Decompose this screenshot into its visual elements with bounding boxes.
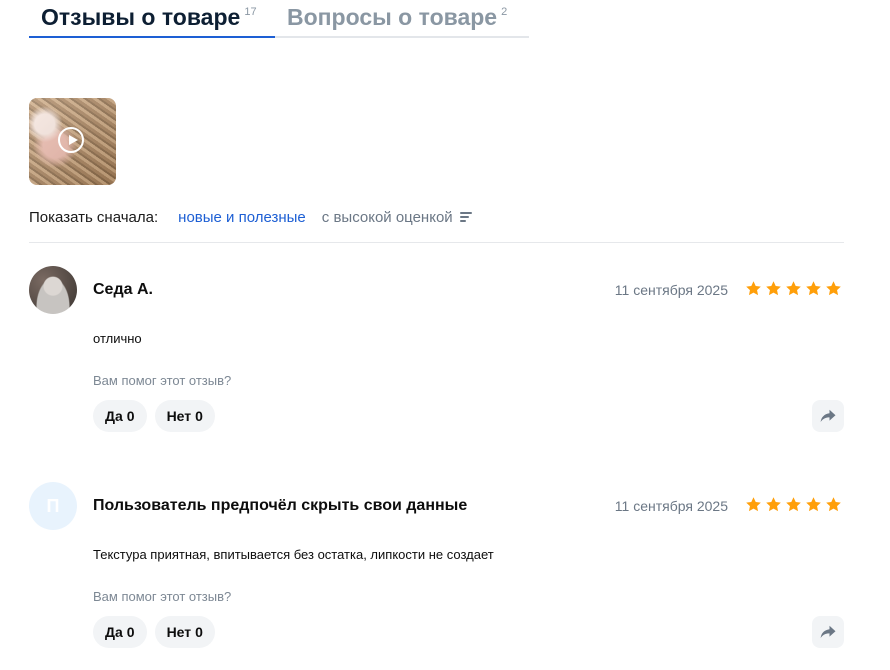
tab-questions-label: Вопросы о товаре <box>287 4 498 30</box>
vote-yes-count: 0 <box>126 408 135 424</box>
avatar-letter: П <box>46 495 60 516</box>
vote-yes-label: Да <box>105 408 123 424</box>
star-icon <box>766 281 781 296</box>
vote-no-label: Нет <box>166 624 192 640</box>
star-icon <box>746 281 761 296</box>
play-icon <box>58 127 84 153</box>
star-icon <box>826 281 841 296</box>
tab-reviews-count: 17 <box>244 6 257 18</box>
tab-questions-count: 2 <box>501 6 508 18</box>
vote-yes-label: Да <box>105 624 123 640</box>
tab-reviews-label: Отзывы о товаре <box>41 4 241 30</box>
reviews-tabs: Отзывы о товаре 17 Вопросы о товаре 2 <box>29 0 529 38</box>
avatar <box>29 266 77 314</box>
review-date: 11 сентября 2025 <box>614 282 728 298</box>
share-button[interactable] <box>812 400 844 432</box>
review-video-thumbnail[interactable] <box>29 98 116 185</box>
share-arrow-icon <box>820 409 836 422</box>
helpful-question: Вам помог этот отзыв? <box>93 373 232 388</box>
vote-buttons: Да 0 Нет 0 <box>93 400 215 432</box>
sort-option-new-useful[interactable]: новые и полезные <box>178 208 306 228</box>
vote-yes-button[interactable]: Да 0 <box>93 400 147 432</box>
product-reviews-page: Отзывы о товаре 17 Вопросы о товаре 2 По… <box>0 0 890 670</box>
star-icon <box>826 497 841 512</box>
share-button[interactable] <box>812 616 844 648</box>
helpful-question: Вам помог этот отзыв? <box>93 589 232 604</box>
vote-buttons: Да 0 Нет 0 <box>93 616 215 648</box>
avatar: П <box>29 482 77 530</box>
sort-bar: Показать сначала: новые и полезные с выс… <box>29 208 844 243</box>
vote-no-label: Нет <box>166 408 192 424</box>
sort-label: Показать сначала: <box>29 209 159 226</box>
review-author: Седа А. <box>93 281 153 298</box>
sort-lines-icon <box>459 212 472 223</box>
review-date: 11 сентября 2025 <box>614 498 728 514</box>
star-icon <box>746 497 761 512</box>
star-icon <box>806 497 821 512</box>
vote-yes-button[interactable]: Да 0 <box>93 616 147 648</box>
star-icon <box>786 497 801 512</box>
vote-no-count: 0 <box>195 408 203 424</box>
review-text: Текстура приятная, впитывается без остат… <box>93 547 494 562</box>
star-icon <box>806 281 821 296</box>
rating-stars <box>745 496 842 513</box>
sort-option-high-rating[interactable]: с высокой оценкой <box>322 208 472 228</box>
review-text: отлично <box>93 331 142 346</box>
tab-questions[interactable]: Вопросы о товаре 2 <box>275 0 529 38</box>
tab-reviews[interactable]: Отзывы о товаре 17 <box>29 0 275 38</box>
share-arrow-icon <box>820 625 836 638</box>
rating-stars <box>745 280 842 297</box>
review-author: Пользователь предпочёл скрыть свои данны… <box>93 497 468 514</box>
vote-no-button[interactable]: Нет 0 <box>154 616 215 648</box>
vote-yes-count: 0 <box>126 624 135 640</box>
vote-no-count: 0 <box>195 624 203 640</box>
sort-option-high-rating-label: с высокой оценкой <box>321 209 453 226</box>
vote-no-button[interactable]: Нет 0 <box>154 400 215 432</box>
star-icon <box>786 281 801 296</box>
star-icon <box>766 497 781 512</box>
